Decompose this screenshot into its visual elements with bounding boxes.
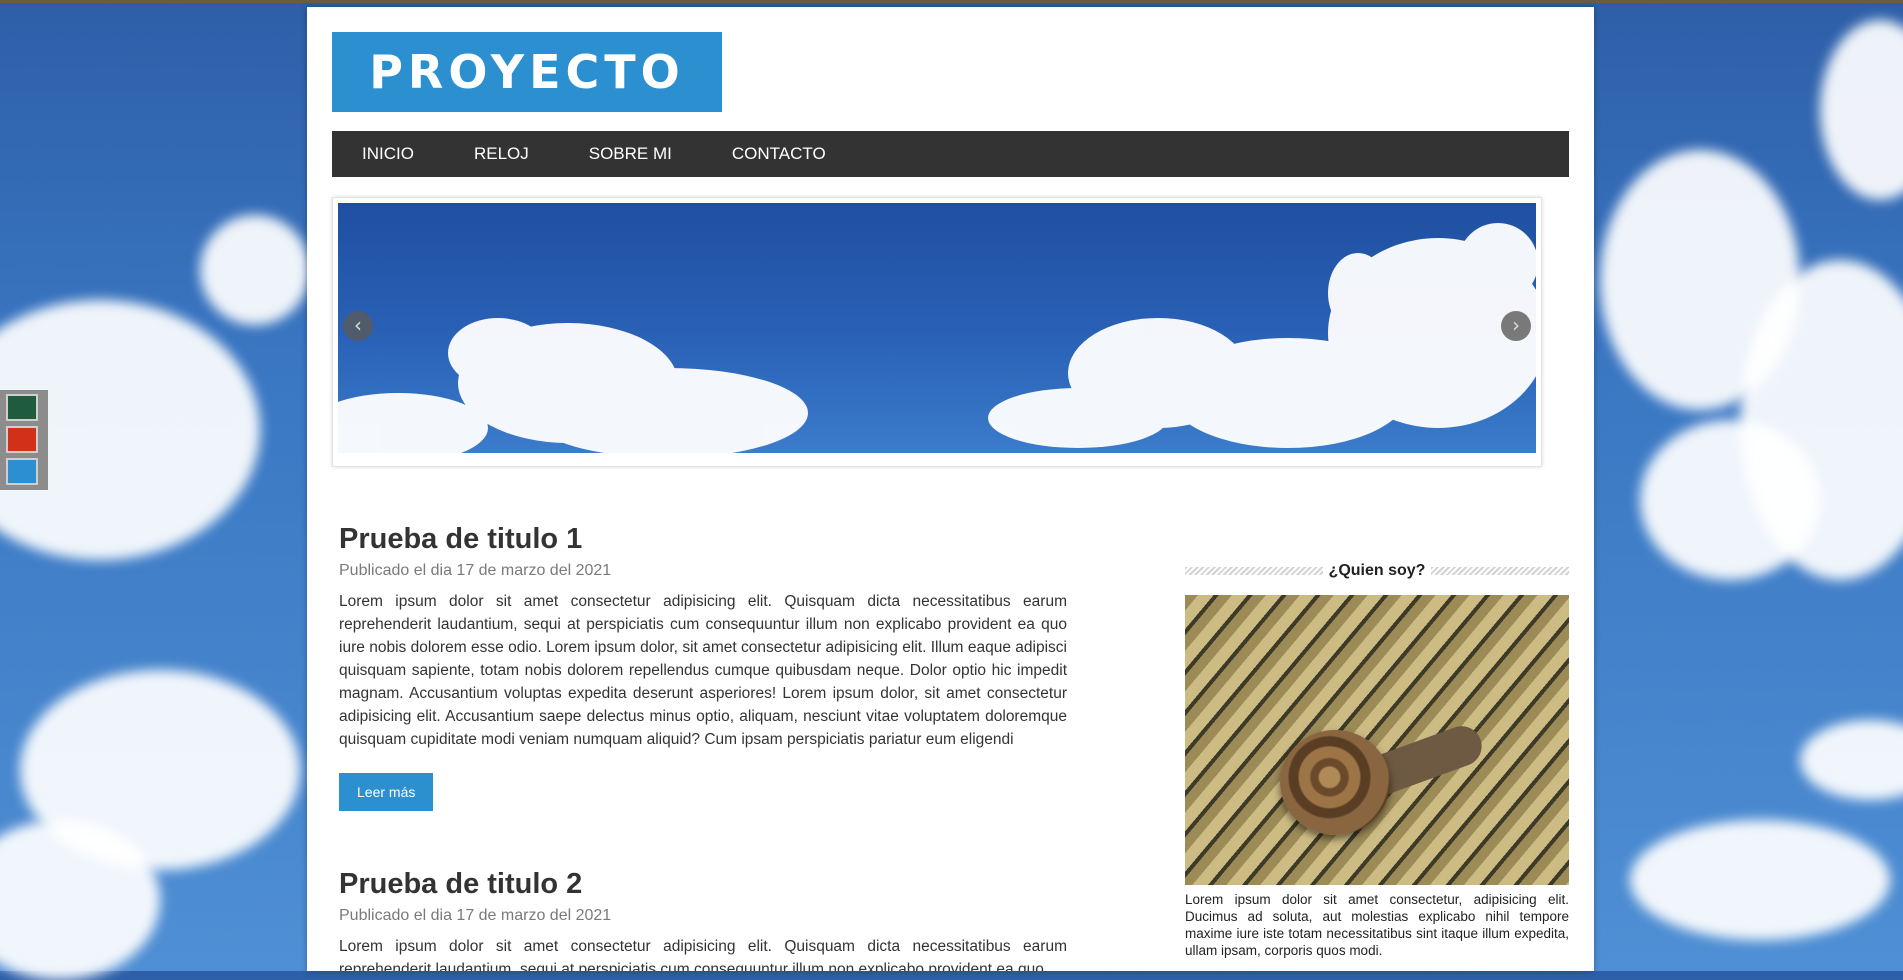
divider xyxy=(1185,567,1323,575)
read-more-button[interactable]: Leer más xyxy=(339,773,434,811)
sidebar-heading: ¿Quien soy? xyxy=(1185,562,1569,580)
slider-prev-button[interactable]: ‹ xyxy=(343,311,373,341)
article-body: Lorem ipsum dolor sit amet consectetur a… xyxy=(339,593,1067,748)
article-body: Lorem ipsum dolor sit amet consectetur a… xyxy=(339,938,1067,971)
chevron-left-icon: ‹ xyxy=(354,313,362,337)
image-slider: ‹ › xyxy=(332,197,1542,467)
theme-blue-swatch[interactable] xyxy=(6,458,38,485)
main-nav: INICIO RELOJ SOBRE MI CONTACTO xyxy=(332,131,1569,177)
article: Prueba de titulo 1 Publicado el dia 17 d… xyxy=(339,523,1067,811)
theme-green-swatch[interactable] xyxy=(6,394,38,421)
article: Prueba de titulo 2 Publicado el dia 17 d… xyxy=(339,868,1067,971)
sidebar-text: Lorem ipsum dolor sit amet consectetur, … xyxy=(1185,892,1569,958)
profile-image xyxy=(1185,595,1569,885)
article-date: Publicado el dia 17 de marzo del 2021 xyxy=(339,907,612,924)
chevron-right-icon: › xyxy=(1512,313,1520,337)
nav-item-contacto[interactable]: CONTACTO xyxy=(702,131,856,177)
slider-next-button[interactable]: › xyxy=(1501,311,1531,341)
theme-red-swatch[interactable] xyxy=(6,426,38,453)
divider xyxy=(1431,567,1569,575)
top-strip xyxy=(0,0,1903,3)
nav-item-sobre-mi[interactable]: SOBRE MI xyxy=(559,131,702,177)
nav-item-inicio[interactable]: INICIO xyxy=(332,131,444,177)
theme-switcher xyxy=(0,390,48,490)
article-date: Publicado el dia 17 de marzo del 2021 xyxy=(339,562,612,579)
site-logo[interactable]: PROYECTO JS xyxy=(332,32,722,179)
nav-item-reloj[interactable]: RELOJ xyxy=(444,131,559,177)
slide-image xyxy=(338,203,1536,453)
sidebar: ¿Quien soy? Lorem ipsum dolor sit amet c… xyxy=(1185,562,1569,959)
article-title: Prueba de titulo 2 xyxy=(339,868,583,900)
sidebar-title: ¿Quien soy? xyxy=(1328,562,1426,579)
article-title: Prueba de titulo 1 xyxy=(339,523,583,555)
page-container: PROYECTO JS INICIO RELOJ SOBRE MI CONTAC… xyxy=(307,7,1594,971)
